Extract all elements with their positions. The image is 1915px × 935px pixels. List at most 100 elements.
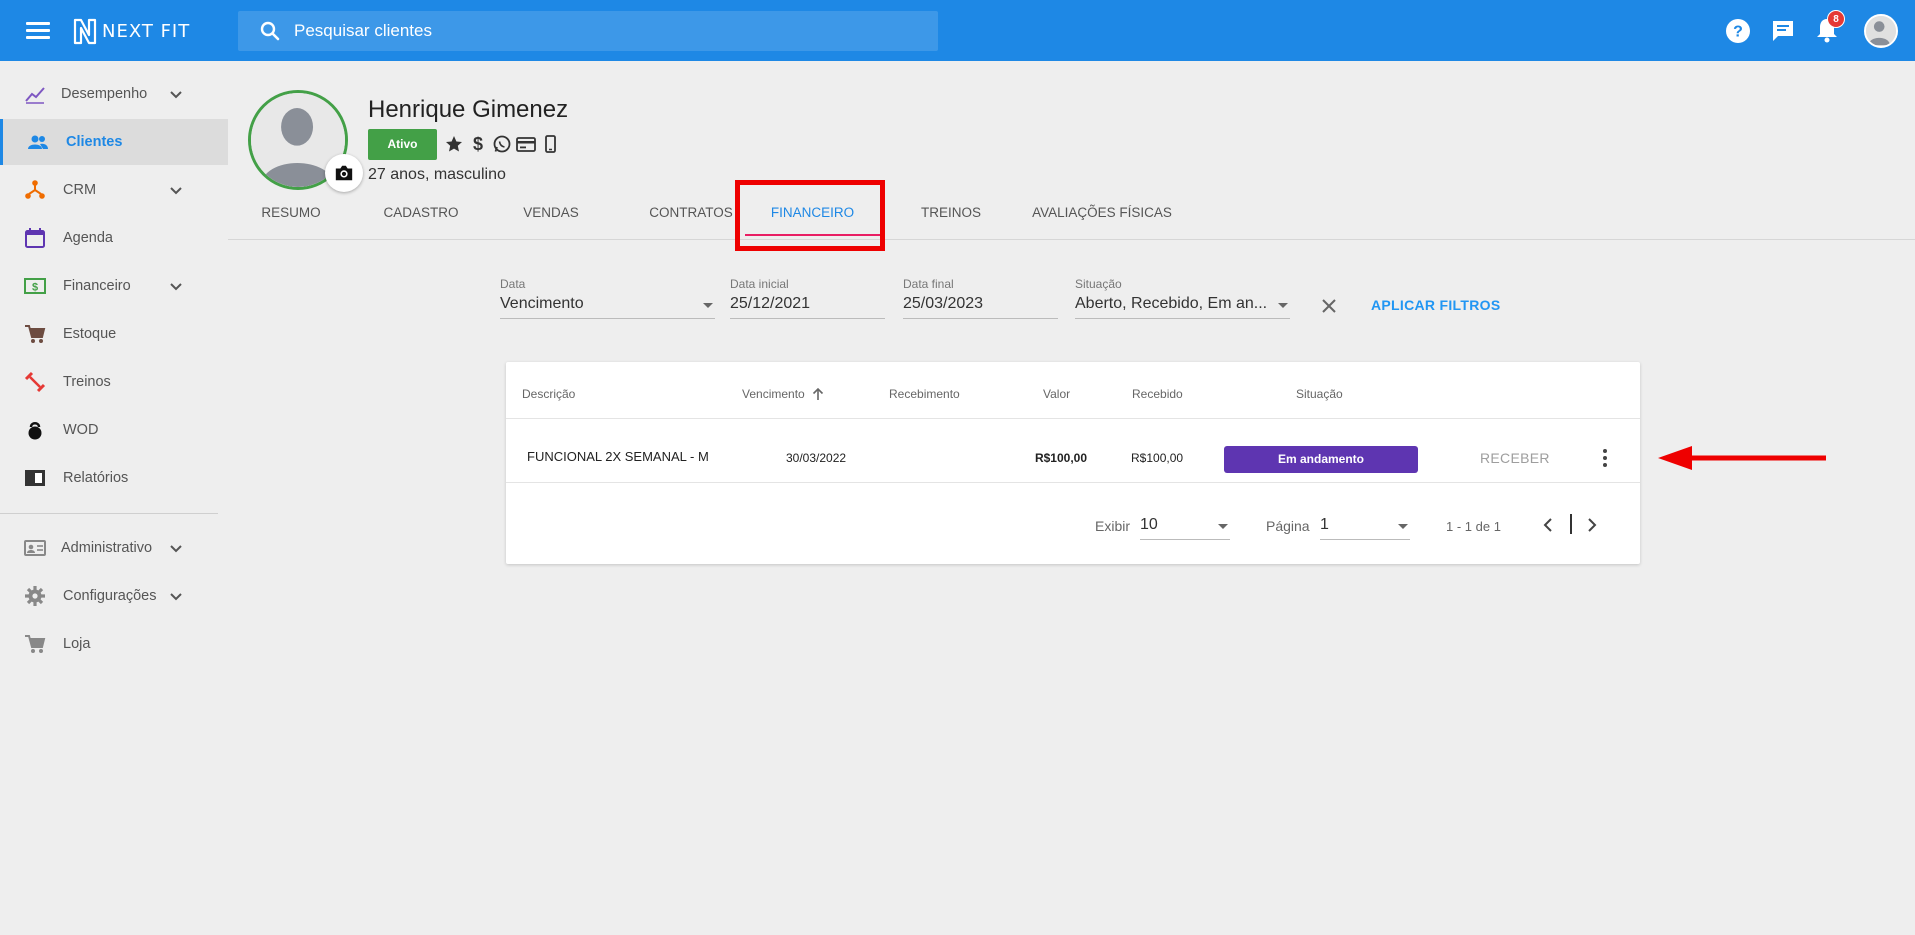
people-icon	[28, 135, 48, 149]
row-divider	[506, 482, 1640, 483]
whatsapp-icon[interactable]	[492, 134, 512, 154]
change-photo-button[interactable]	[325, 154, 363, 192]
app-name: NEXT FIT	[102, 20, 191, 42]
sidebar-item-wod[interactable]: WOD	[0, 407, 228, 453]
filter-situacao[interactable]: Situação Aberto, Recebido, Em an...	[1075, 277, 1290, 319]
page-number-label: Página	[1266, 518, 1310, 534]
apply-filters-button[interactable]: APLICAR FILTROS	[1371, 297, 1500, 313]
annotation-highlight-box	[735, 180, 885, 251]
svg-text:$: $	[473, 134, 483, 154]
app-logo[interactable]: NEXT FIT	[72, 16, 190, 46]
column-header-situacao[interactable]: Situação	[1296, 387, 1343, 401]
filter-situacao-value: Aberto, Recebido, Em an...	[1075, 295, 1268, 312]
cart-icon	[25, 635, 46, 653]
search-bar[interactable]: Pesquisar clientes	[238, 11, 938, 51]
cart-icon	[25, 325, 46, 343]
sidebar-item-label: Treinos	[63, 374, 111, 390]
sidebar-divider	[0, 513, 218, 514]
sidebar-item-loja[interactable]: Loja	[0, 621, 228, 667]
filter-data-inicial[interactable]: Data inicial 25/12/2021	[730, 277, 885, 319]
chevron-down-icon[interactable]	[168, 588, 184, 604]
sidebar-item-configuracoes[interactable]: Configurações	[0, 573, 228, 619]
client-name: Henrique Gimenez	[368, 96, 569, 123]
chevron-down-icon[interactable]	[168, 86, 184, 102]
column-header-recebido[interactable]: Recebido	[1132, 387, 1183, 401]
tab-vendas[interactable]: VENDAS	[498, 196, 604, 240]
receive-button[interactable]: RECEBER	[1480, 450, 1550, 466]
more-vert-icon[interactable]	[1596, 446, 1614, 472]
chevron-down-icon[interactable]	[168, 182, 184, 198]
chevron-down-icon[interactable]	[168, 278, 184, 294]
page-size-select[interactable]: 10	[1140, 516, 1230, 540]
sidebar-item-label: Loja	[63, 636, 91, 652]
mobile-phone-icon[interactable]	[540, 134, 560, 154]
cell-valor: R$100,00	[1034, 451, 1087, 465]
chevron-down-icon[interactable]	[168, 540, 184, 556]
tab-treinos[interactable]: TREINOS	[898, 196, 1004, 240]
page-number-select[interactable]: 1	[1320, 516, 1410, 540]
filter-data-select[interactable]: Vencimento	[500, 295, 715, 319]
help-icon[interactable]: ?	[1723, 16, 1753, 46]
search-icon	[260, 21, 280, 41]
search-input[interactable]: Pesquisar clientes	[294, 21, 432, 41]
svg-text:?: ?	[1733, 24, 1743, 41]
sidebar-item-agenda[interactable]: Agenda	[0, 215, 228, 261]
filter-data-value: Vencimento	[500, 295, 584, 312]
tab-cadastro[interactable]: CADASTRO	[368, 196, 474, 240]
sidebar-item-crm[interactable]: CRM	[0, 167, 228, 213]
client-status-badge[interactable]: Ativo	[368, 129, 437, 160]
column-header-vencimento[interactable]: Vencimento	[742, 387, 825, 401]
chevron-left-icon[interactable]	[1537, 514, 1559, 536]
filter-situacao-select[interactable]: Aberto, Recebido, Em an...	[1075, 295, 1290, 319]
crm-icon	[25, 180, 45, 199]
column-header-descricao[interactable]: Descrição	[522, 387, 575, 401]
client-tabs: RESUMO CADASTRO VENDAS CONTRATOS FINANCE…	[228, 196, 1915, 240]
sidebar-item-label: Administrativo	[61, 540, 153, 556]
page-size-label: Exibir	[1095, 518, 1131, 534]
tab-resumo[interactable]: RESUMO	[238, 196, 344, 240]
cell-recebido: R$100,00	[1131, 451, 1184, 465]
sidebar-item-treinos[interactable]: Treinos	[0, 359, 228, 405]
star-icon[interactable]	[444, 134, 464, 154]
filter-data-inicial-input[interactable]: 25/12/2021	[730, 295, 885, 319]
sidebar-item-label: WOD	[63, 422, 99, 438]
column-header-recebimento[interactable]: Recebimento	[889, 387, 960, 401]
sidebar-item-label: Clientes	[66, 134, 123, 150]
column-header-vencimento-label: Vencimento	[742, 387, 805, 401]
dollar-icon[interactable]: $	[468, 134, 488, 154]
money-icon: $	[24, 278, 46, 294]
dumbbell-icon	[24, 371, 46, 393]
sidebar-item-desempenho[interactable]: Desempenho	[0, 71, 228, 117]
annotation-arrow-icon	[1658, 446, 1826, 470]
tab-avaliacoes-fisicas[interactable]: AVALIAÇÕES FÍSICAS	[1014, 196, 1190, 240]
filter-data[interactable]: Data Vencimento	[500, 277, 715, 319]
sidebar-item-label: Agenda	[63, 230, 113, 246]
filter-data-final[interactable]: Data final 25/03/2023	[903, 277, 1058, 319]
sidebar-item-clientes[interactable]: Clientes	[0, 119, 228, 165]
dropdown-caret-icon	[703, 303, 713, 308]
row-divider	[506, 418, 1640, 419]
kettlebell-icon	[28, 422, 42, 440]
cell-vencimento: 30/03/2022	[786, 451, 847, 465]
page-size-value: 10	[1140, 516, 1158, 533]
cell-descricao: FUNCIONAL 2X SEMANAL - MENS	[527, 449, 709, 464]
credit-card-icon[interactable]	[516, 134, 536, 154]
user-avatar[interactable]	[1864, 14, 1898, 48]
filter-data-final-input[interactable]: 25/03/2023	[903, 295, 1058, 319]
sidebar-item-label: Estoque	[63, 326, 117, 342]
calendar-icon	[25, 228, 45, 248]
column-header-valor[interactable]: Valor	[1043, 387, 1070, 401]
sort-ascending-icon[interactable]	[811, 387, 825, 401]
financial-table-card: Descrição Vencimento Recebimento Valor R…	[506, 362, 1640, 564]
sidebar-item-financeiro[interactable]: $ Financeiro	[0, 263, 228, 309]
sidebar-item-administrativo[interactable]: Administrativo	[0, 525, 228, 571]
dropdown-caret-icon	[1278, 303, 1288, 308]
clear-filters-icon[interactable]	[1318, 295, 1340, 317]
sidebar-item-estoque[interactable]: Estoque	[0, 311, 228, 357]
filter-data-label: Data	[500, 277, 526, 291]
sidebar-item-relatorios[interactable]: Relatórios	[0, 455, 228, 501]
pagination-separator	[1570, 514, 1572, 534]
hamburger-menu-icon[interactable]	[24, 18, 52, 44]
chat-icon[interactable]	[1768, 16, 1798, 46]
chevron-right-icon[interactable]	[1581, 514, 1603, 536]
